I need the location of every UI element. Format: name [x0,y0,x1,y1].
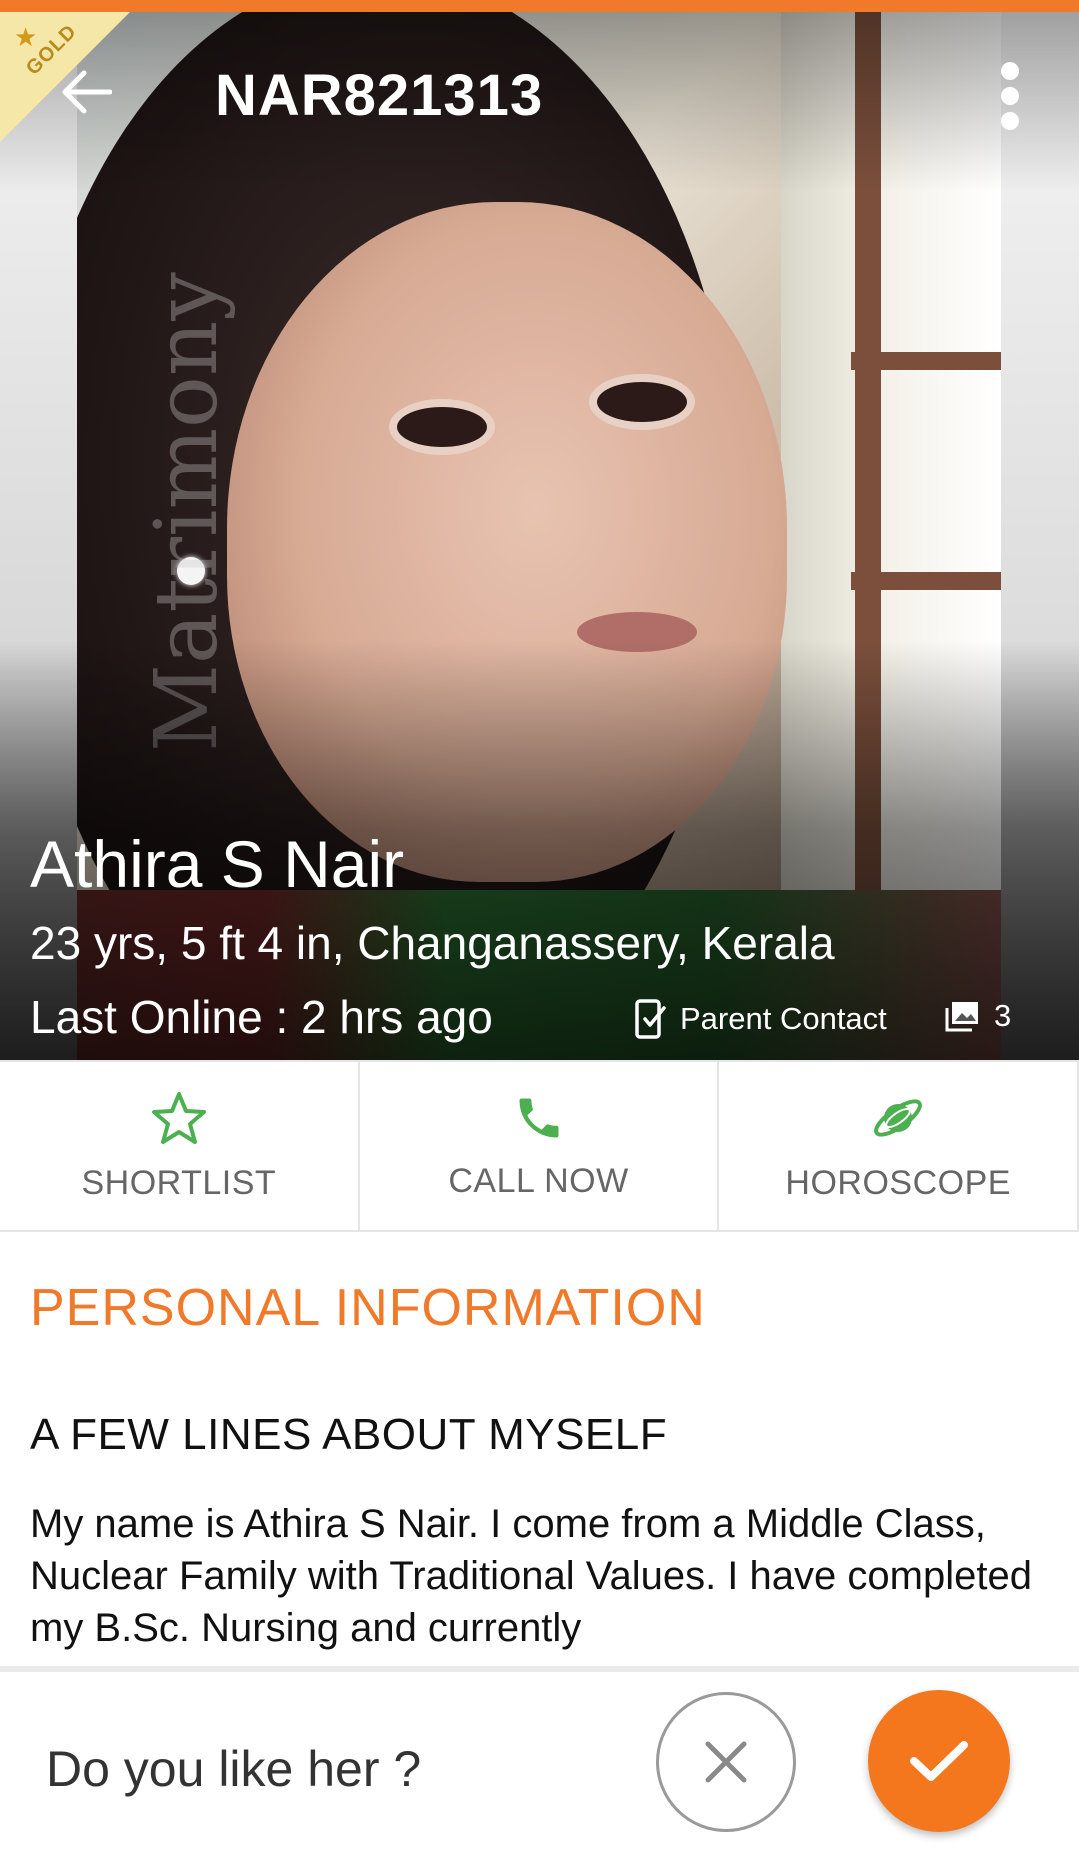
star-icon: ★ [14,22,38,52]
profile-name: Athira S Nair [30,827,405,901]
parent-contact-link[interactable]: Parent Contact [634,998,887,1040]
shortlist-button[interactable]: SHORTLIST [0,1062,360,1230]
horoscope-label: HOROSCOPE [785,1163,1011,1202]
photo-count-value: 3 [994,998,1012,1033]
phone-icon [519,1098,558,1137]
back-button[interactable] [56,62,116,122]
overflow-menu-button[interactable] [990,56,1030,136]
call-now-label: CALL NOW [448,1161,629,1200]
check-icon [910,1741,968,1781]
last-online-status: Last Online : 2 hrs ago [30,991,493,1043]
reject-button[interactable] [656,1692,796,1832]
profile-action-bar: SHORTLIST CALL NOW HOROSCOPE [0,1060,1079,1232]
personal-information-heading: PERSONAL INFORMATION [30,1279,706,1337]
profile-photo-header: Matrimony [0,12,1079,1060]
arrow-left-icon [62,70,112,114]
menu-dot-icon [1001,112,1019,130]
like-question: Do you like her ? [46,1741,422,1797]
parent-contact-label: Parent Contact [680,1001,887,1036]
verified-contact-icon [635,999,666,1039]
gallery-icon [945,1002,978,1032]
menu-dot-icon [1001,62,1019,80]
accept-button[interactable] [868,1690,1010,1832]
star-outline-icon [151,1091,206,1144]
close-icon [705,1741,747,1783]
top-accent-stripe [0,0,1079,12]
menu-dot-icon [1001,87,1019,105]
about-myself-heading: A FEW LINES ABOUT MYSELF [30,1410,668,1459]
planet-icon [874,1098,923,1137]
horoscope-button[interactable]: HOROSCOPE [719,1062,1079,1230]
call-now-button[interactable]: CALL NOW [360,1062,720,1230]
profile-details: 23 yrs, 5 ft 4 in, Changanassery, Kerala [30,917,835,969]
photo-gallery-count[interactable]: 3 [944,998,1011,1034]
shortlist-label: SHORTLIST [81,1163,277,1202]
profile-id-title: NAR821313 [215,63,544,128]
about-myself-text: My name is Athira S Nair. I come from a … [30,1502,1032,1650]
